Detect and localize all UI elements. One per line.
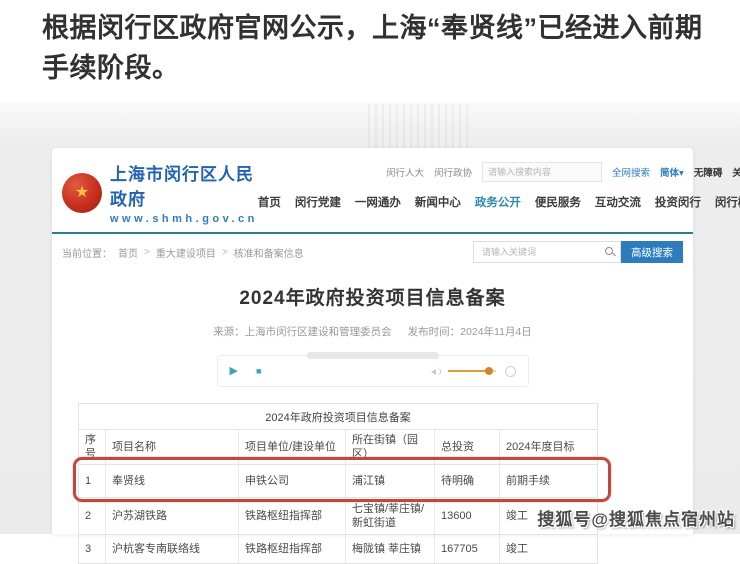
breadcrumb: 当前位置： 首页 > 重大建设项目 > 核准和备案信息 [62, 245, 304, 260]
cell-project-name: 沪苏湖铁路 [106, 498, 239, 534]
cell-unit: 申铁公司 [239, 465, 346, 497]
keyword-search-input[interactable] [480, 246, 604, 258]
article-meta: 来源：上海市闵行区建设和管理委员会 发布时间：2024年11月4日 [52, 324, 693, 339]
cell-town: 七宝镇/莘庄镇/新虹街道 [346, 498, 435, 534]
table-row-fengxian-line: 1 奉贤线 申铁公司 浦江镇 待明确 前期手续 [78, 465, 598, 498]
article-source: 来源：上海市闵行区建设和管理委员会 [213, 324, 392, 339]
breadcrumb-filing-info[interactable]: 核准和备案信息 [234, 245, 304, 260]
nav-item-party[interactable]: 闵行党建 [295, 194, 341, 210]
cell-investment: 13600 [435, 498, 500, 534]
site-search-input[interactable] [482, 162, 602, 182]
cell-investment: 167705 [435, 535, 500, 563]
site-url: www.shmh.gov.cn [110, 213, 258, 225]
col-header-project-name: 项目名称 [106, 430, 239, 464]
col-header-unit: 项目单位/建设单位 [239, 430, 346, 464]
nav-item-onestop[interactable]: 一网通办 [355, 194, 401, 210]
site-header: ★ 上海市闵行区人民政府 www.shmh.gov.cn 闵行人大 闵行政协 全… [52, 148, 693, 225]
audio-player: ▶ ■ [217, 355, 529, 387]
chevron-down-icon: ▾ [679, 168, 684, 179]
breadcrumb-major-projects[interactable]: 重大建设项目 [156, 245, 216, 260]
page-title: 2024年政府投资项目信息备案 [52, 283, 693, 310]
nav-item-services[interactable]: 便民服务 [535, 194, 581, 210]
nav-item-interaction[interactable]: 互动交流 [595, 194, 641, 210]
table-caption: 2024年政府投资项目信息备案 [78, 403, 598, 430]
keyword-search: 高级搜索 [473, 241, 683, 263]
cell-project-name: 奉贤线 [106, 465, 239, 497]
nav-item-home[interactable]: 首页 [258, 194, 281, 210]
breadcrumb-label: 当前位置： [62, 245, 112, 260]
nav-item-invest[interactable]: 投资闵行 [655, 194, 701, 210]
site-name: 上海市闵行区人民政府 [110, 160, 258, 210]
site-search-button[interactable]: 全网搜索 [612, 165, 650, 179]
audio-caption-blur [307, 352, 439, 359]
breadcrumb-home[interactable]: 首页 [118, 245, 138, 260]
table-row-husuhu-railway: 2 沪苏湖铁路 铁路枢纽指挥部 七宝镇/莘庄镇/新虹街道 13600 竣工 [78, 498, 598, 535]
cell-goal: 竣工 [500, 535, 597, 563]
breadcrumb-row: 当前位置： 首页 > 重大建设项目 > 核准和备案信息 高级搜索 [52, 234, 693, 269]
breadcrumb-separator: > [222, 247, 228, 258]
sohu-watermark: 搜狐号@搜狐焦点宿州站 [537, 505, 735, 530]
cell-unit: 铁路枢纽指挥部 [239, 535, 346, 563]
col-header-town: 所在街镇（园区） [346, 430, 435, 464]
col-header-investment: 总投资 [435, 430, 500, 464]
col-header-index: 序号 [79, 430, 106, 464]
care-version-link[interactable]: 关怀版 [732, 165, 740, 179]
cell-index: 1 [79, 465, 106, 497]
cell-goal: 前期手续 [500, 465, 597, 497]
nav-item-news[interactable]: 新闻中心 [415, 194, 461, 210]
cell-town: 梅陇镇 莘庄镇 [346, 535, 435, 563]
headline-line2: 手续阶段。 [42, 48, 712, 88]
cell-unit: 铁路枢纽指挥部 [239, 498, 346, 534]
utility-row: 闵行人大 闵行政协 全网搜索 简体▾ 无障碍 关怀版 [386, 162, 740, 182]
volume-fill [448, 370, 488, 372]
nav-item-overview[interactable]: 闵行概览 [715, 194, 740, 210]
advanced-search-button[interactable]: 高级搜索 [621, 241, 683, 263]
language-select[interactable]: 简体▾ [660, 165, 684, 179]
col-header-2024-goal: 2024年度目标 [500, 430, 597, 464]
cell-investment: 待明确 [435, 465, 500, 497]
mute-toggle-icon[interactable] [505, 366, 516, 377]
stop-icon[interactable]: ■ [256, 367, 261, 376]
speaker-icon [431, 366, 442, 377]
nav-item-gov-affairs[interactable]: 政务公开 [475, 194, 521, 210]
cell-index: 3 [79, 535, 106, 563]
article-headline: 根据闵行区政府官网公示，上海“奉贤线”已经进入前期 手续阶段。 [42, 8, 712, 88]
link-minhang-renda[interactable]: 闵行人大 [386, 165, 424, 179]
table-header-row: 序号 项目名称 项目单位/建设单位 所在街镇（园区） 总投资 2024年度目标 [78, 430, 598, 465]
search-icon[interactable] [604, 246, 616, 258]
cell-town: 浦江镇 [346, 465, 435, 497]
projects-table: 2024年政府投资项目信息备案 序号 项目名称 项目单位/建设单位 所在街镇（园… [78, 403, 598, 564]
volume-slider[interactable] [448, 370, 496, 372]
volume-thumb[interactable] [485, 367, 493, 375]
national-emblem-icon: ★ [62, 173, 102, 213]
play-icon[interactable]: ▶ [230, 366, 238, 377]
headline-line1: 根据闵行区政府官网公示，上海“奉贤线”已经进入前期 [42, 8, 712, 48]
link-minhang-zhengxie[interactable]: 闵行政协 [434, 165, 472, 179]
site-brand[interactable]: ★ 上海市闵行区人民政府 www.shmh.gov.cn [62, 160, 258, 225]
cell-project-name: 沪杭客专南联络线 [106, 535, 239, 563]
table-row-huhang-link-line: 3 沪杭客专南联络线 铁路枢纽指挥部 梅陇镇 莘庄镇 167705 竣工 [78, 535, 598, 564]
gov-website-card: ★ 上海市闵行区人民政府 www.shmh.gov.cn 闵行人大 闵行政协 全… [52, 148, 693, 534]
cell-index: 2 [79, 498, 106, 534]
main-nav: 首页 闵行党建 一网通办 新闻中心 政务公开 便民服务 互动交流 投资闵行 闵行… [258, 194, 740, 210]
breadcrumb-separator: > [144, 247, 150, 258]
accessibility-link[interactable]: 无障碍 [694, 165, 723, 179]
article-publish-time: 发布时间：2024年11月4日 [408, 324, 532, 339]
